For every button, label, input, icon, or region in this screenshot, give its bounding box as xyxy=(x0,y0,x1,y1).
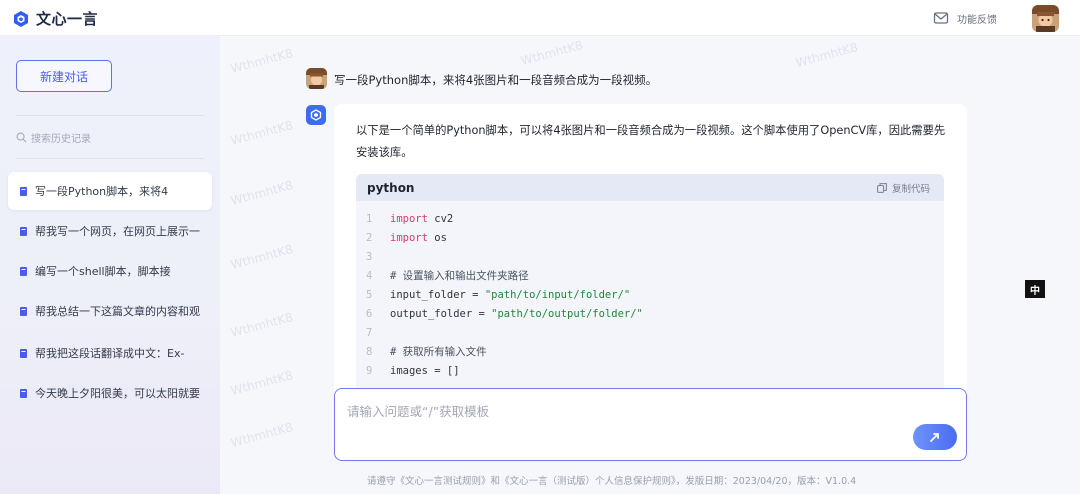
code-token: # 设置输入和输出文件夹路径 xyxy=(390,270,529,282)
code-line: 3 xyxy=(356,247,944,266)
line-number: 1 xyxy=(366,212,373,225)
wenxin-logo-icon xyxy=(310,109,322,121)
wenxin-logo-icon xyxy=(14,10,28,27)
code-line: 4 # 设置输入和输出文件夹路径 xyxy=(356,266,944,285)
feedback-label: 功能反馈 xyxy=(957,14,997,26)
code-line: 7 xyxy=(356,323,944,342)
code-token: os xyxy=(427,231,447,244)
sidebar-divider xyxy=(16,158,204,159)
code-language: python xyxy=(367,180,415,195)
code-token: import xyxy=(390,212,428,225)
search-icon xyxy=(16,132,27,143)
code-line: 6 output_folder = "path/to/output/folder/… xyxy=(356,304,944,323)
bot-message-text: 以下是一个简单的Python脚本，可以将4张图片和一段音频合成为一段视频。这个脚… xyxy=(356,124,946,159)
send-button[interactable] xyxy=(913,424,957,450)
user-message: 写一段Python脚本，来将4张图片和一段音频合成为一段视频。 xyxy=(334,73,658,87)
line-number: 2 xyxy=(366,231,373,244)
prompt-input[interactable]: 请输入问题或“/”获取模板 xyxy=(334,388,967,461)
history-item-label: 今天晚上夕阳很美，可以太阳就要 xyxy=(35,387,200,400)
history-search[interactable]: 搜索历史记录 xyxy=(16,130,91,145)
watermark: WthmhtK8 xyxy=(519,37,585,69)
history-item[interactable]: 编写一个shell脚本，脚本接 xyxy=(8,252,212,290)
watermark: WthmhtK8 xyxy=(229,309,295,341)
code-block-header: python 复制代码 xyxy=(356,174,944,201)
code-token: "path/to/output/folder/" xyxy=(491,307,643,320)
chat-icon xyxy=(20,306,27,316)
history-item-label: 写一段Python脚本，来将4 xyxy=(35,185,169,198)
code-lines: 1 import cv2 2 import os 3 4 # 设置输入和输出文件夹路径 5 in… xyxy=(356,201,944,380)
avatar-image xyxy=(1032,5,1059,32)
sidebar-divider xyxy=(16,115,204,116)
line-number: 5 xyxy=(366,288,373,301)
copy-icon xyxy=(877,182,887,193)
line-number: 6 xyxy=(366,307,373,320)
line-number: 4 xyxy=(366,269,373,282)
top-bar: 文心一言 功能反馈 xyxy=(0,0,1080,36)
history-item-label: 帮我总结一下这篇文章的内容和观 xyxy=(35,305,200,318)
history-item-label: 编写一个shell脚本，脚本接 xyxy=(35,265,171,278)
user-avatar[interactable] xyxy=(1032,5,1059,32)
bot-avatar xyxy=(306,105,326,125)
code-token: input_folder = xyxy=(390,288,485,301)
chat-area: WthmhtK8 WthmhtK8 WthmhtK8 WthmhtK8 Wthm… xyxy=(220,36,1080,494)
watermark: WthmhtK8 xyxy=(229,419,295,451)
watermark: WthmhtK8 xyxy=(229,241,295,273)
line-number: 8 xyxy=(366,345,373,358)
history-item[interactable]: 写一段Python脚本，来将4 xyxy=(8,172,212,210)
copy-code-label: 复制代码 xyxy=(891,183,930,195)
chat-icon xyxy=(20,186,27,196)
mail-icon xyxy=(933,12,949,24)
watermark: WthmhtK8 xyxy=(229,117,295,149)
ime-indicator[interactable]: 中 xyxy=(1025,280,1045,298)
code-line: 1 import cv2 xyxy=(356,209,944,228)
history-item-label: 帮我把这段话翻译成中文：Ex- xyxy=(35,347,185,360)
code-line: 9 images = [] xyxy=(356,361,944,380)
code-token: "path/to/input/folder/" xyxy=(484,288,631,301)
new-chat-button[interactable]: 新建对话 xyxy=(16,60,112,92)
history-item-label: 帮我写一个网页，在网页上展示一 xyxy=(35,225,200,238)
code-block: python 复制代码 1 import cv2 2 import os 3 4 # 设置输… xyxy=(356,174,944,404)
code-token: images = [] xyxy=(390,364,460,377)
feedback-button[interactable]: 功能反馈 xyxy=(933,10,997,26)
history-item[interactable]: 帮我写一个网页，在网页上展示一 xyxy=(8,212,212,250)
chat-icon xyxy=(20,266,27,276)
watermark: WthmhtK8 xyxy=(229,177,295,209)
code-line: 2 import os xyxy=(356,228,944,247)
watermark: WthmhtK8 xyxy=(229,367,295,399)
sidebar: 新建对话 搜索历史记录 写一段Python脚本，来将4 帮我写一个网页，在网页上… xyxy=(0,36,220,494)
chat-icon xyxy=(20,226,27,236)
footer-notice: 请遵守《文心一言测试规则》和《文心一言（测试版）个人信息保护规则》，发版日期：2… xyxy=(367,476,857,487)
copy-code-button[interactable]: 复制代码 xyxy=(877,181,930,195)
history-search-placeholder: 搜索历史记录 xyxy=(31,134,91,145)
code-token: # 获取所有输入文件 xyxy=(390,346,487,358)
message-user-avatar xyxy=(306,68,327,89)
history-item[interactable]: 今天晚上夕阳很美，可以太阳就要 xyxy=(8,374,212,412)
bot-message-card: 以下是一个简单的Python脚本，可以将4张图片和一段音频合成为一段视频。这个脚… xyxy=(334,104,967,404)
watermark: WthmhtK8 xyxy=(794,39,860,71)
code-token: output_folder = xyxy=(390,307,492,320)
avatar-image xyxy=(306,68,327,89)
code-token: import xyxy=(390,231,428,244)
code-token: cv2 xyxy=(427,212,454,225)
line-number: 3 xyxy=(366,250,373,263)
app-logo[interactable]: 文心一言 xyxy=(12,8,98,29)
history-item[interactable]: 帮我把这段话翻译成中文：Ex- xyxy=(8,334,212,372)
line-number: 9 xyxy=(366,364,373,377)
code-line: 8 # 获取所有输入文件 xyxy=(356,342,944,361)
chat-icon xyxy=(20,348,27,358)
prompt-input-placeholder: 请输入问题或“/”获取模板 xyxy=(347,404,490,419)
watermark: WthmhtK8 xyxy=(229,45,295,77)
line-number: 7 xyxy=(366,326,373,339)
app-name: 文心一言 xyxy=(36,10,99,28)
send-icon xyxy=(930,433,939,442)
chat-icon xyxy=(20,388,27,398)
code-line: 5 input_folder = "path/to/input/folder/" xyxy=(356,285,944,304)
history-item[interactable]: 帮我总结一下这篇文章的内容和观 xyxy=(8,292,212,330)
